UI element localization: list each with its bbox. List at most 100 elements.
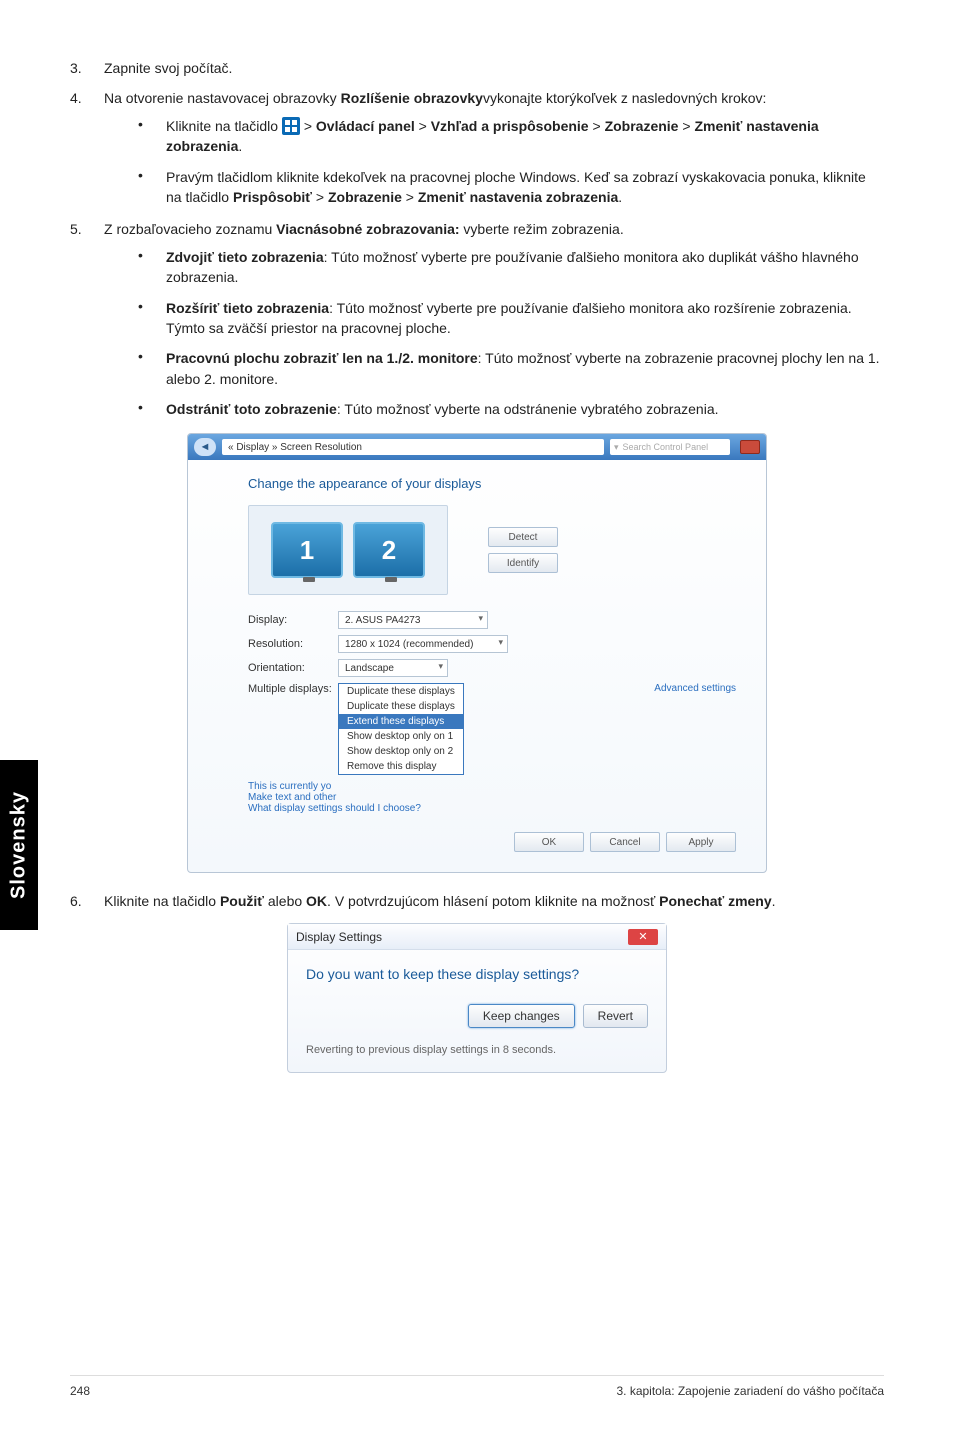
resolution-label: Resolution: [248,638,338,650]
cancel-button[interactable]: Cancel [590,832,660,852]
dialog-question: Do you want to keep these display settin… [306,966,648,982]
substep: Zdvojiť tieto zobrazenia: Túto možnosť v… [138,247,884,288]
text: . [618,189,622,205]
bold: Ponechať zmeny [659,893,772,909]
monitor-2-icon[interactable]: 2 [353,522,425,578]
back-button[interactable]: ◄ [194,438,216,456]
advanced-settings-link[interactable]: Advanced settings [654,683,736,694]
countdown-text: Reverting to previous display settings i… [306,1044,648,1056]
text: vykonajte ktorýkoľvek z nasledovných kro… [483,90,766,106]
dropdown-option[interactable]: Remove this display [339,759,463,774]
display-dropdown[interactable]: 2. ASUS PA4273 [338,611,488,629]
text: . [772,893,776,909]
step-number: 3. [70,60,104,76]
text: > [300,118,316,134]
bold: Viacnásobné zobrazovania: [276,221,459,237]
page-number: 248 [70,1384,90,1398]
step-number: 4. [70,90,104,207]
substep-text: Pracovnú plochu zobraziť len na 1./2. mo… [166,348,884,389]
dialog-titlebar: Display Settings ✕ [288,924,666,950]
text: alebo [264,893,306,909]
step-text: Z rozbaľovacieho zoznamu Viacnásobné zob… [104,221,884,419]
language-tab: Slovensky [0,760,38,930]
close-button[interactable] [740,440,760,454]
multiple-displays-dropdown-open[interactable]: Duplicate these displays Duplicate these… [338,683,464,775]
placeholder: Search Control Panel [623,442,709,452]
bold: Prispôsobiť [233,189,312,205]
text: > [678,118,694,134]
step-3: 3. Zapnite svoj počítač. [70,60,884,76]
monitor-preview[interactable]: 1 2 [248,505,448,595]
step-4: 4. Na otvorenie nastavovacej obrazovky R… [70,90,884,207]
bold: Zobrazenie [328,189,402,205]
text: Kliknite na tlačidlo [104,893,220,909]
bold: OK [306,893,327,909]
text: vyberte režim zobrazenia. [460,221,624,237]
substep-text: Pravým tlačidlom kliknite kdekoľvek na p… [166,167,884,208]
step-number: 6. [70,893,104,909]
dropdown-option[interactable]: Duplicate these displays [339,699,463,714]
dialog-title: Display Settings [296,930,382,944]
bullet-icon [138,116,166,157]
bold: Ovládací panel [316,118,415,134]
detect-button[interactable]: Detect [488,527,558,547]
step-text: Na otvorenie nastavovacej obrazovky Rozl… [104,90,884,207]
dropdown-option[interactable]: Show desktop only on 1 [339,729,463,744]
help-link[interactable]: What display settings should I choose? [248,803,736,814]
bullet-icon [138,247,166,288]
close-button[interactable]: ✕ [628,929,658,945]
identify-button[interactable]: Identify [488,553,558,573]
window-heading: Change the appearance of your displays [248,476,736,491]
keep-changes-button[interactable]: Keep changes [468,1004,575,1028]
revert-button[interactable]: Revert [583,1004,648,1028]
bold: Rozlíšenie obrazovky [341,90,483,106]
orientation-label: Orientation: [248,662,338,674]
substep: Kliknite na tlačidlo > Ovládací panel > … [138,116,884,157]
info-text: Make text and other [248,792,736,803]
breadcrumb[interactable]: « Display » Screen Resolution [222,439,604,455]
step-text: Zapnite svoj počítač. [104,60,884,76]
window-controls [738,440,760,454]
substep-text: Odstrániť toto zobrazenie: Túto možnosť … [166,399,884,419]
page-footer: 248 3. kapitola: Zapojenie zariadení do … [70,1375,884,1398]
bold: Pracovnú plochu zobraziť len na 1./2. mo… [166,350,478,366]
bold: Použiť [220,893,264,909]
text: > [402,189,418,205]
display-label: Display: [248,614,338,626]
bold: Zdvojiť tieto zobrazenia [166,249,324,265]
substep-text: Kliknite na tlačidlo > Ovládací panel > … [166,116,884,157]
text: Na otvorenie nastavovacej obrazovky [104,90,341,106]
bullet-icon [138,348,166,389]
text: Kliknite na tlačidlo [166,118,282,134]
bullet-icon [138,167,166,208]
step-text: Kliknite na tlačidlo Použiť alebo OK. V … [104,893,884,909]
text: . [238,138,242,154]
substep: Odstrániť toto zobrazenie: Túto možnosť … [138,399,884,419]
ok-button[interactable]: OK [514,832,584,852]
chapter-label: 3. kapitola: Zapojenie zariadení do vášh… [616,1384,884,1398]
bullet-icon [138,399,166,419]
bold: Zobrazenie [605,118,679,134]
step-5: 5. Z rozbaľovacieho zoznamu Viacnásobné … [70,221,884,419]
text: : Túto možnosť vyberte na odstránenie vy… [337,401,719,417]
text: > [312,189,328,205]
bold: Zmeniť nastavenia zobrazenia [418,189,618,205]
bold: Odstrániť toto zobrazenie [166,401,337,417]
search-input[interactable]: ▾ Search Control Panel [610,439,730,455]
dropdown-option-selected[interactable]: Extend these displays [339,714,463,729]
multiple-displays-label: Multiple displays: [248,683,338,695]
monitor-1-icon[interactable]: 1 [271,522,343,578]
resolution-dropdown[interactable]: 1280 x 1024 (recommended) [338,635,508,653]
window-titlebar: ◄ « Display » Screen Resolution ▾ Search… [188,434,766,460]
dropdown-option[interactable]: Show desktop only on 2 [339,744,463,759]
dropdown-option[interactable]: Duplicate these displays [339,684,463,699]
bold: Vzhľad a prispôsobenie [431,118,589,134]
step-6: 6. Kliknite na tlačidlo Použiť alebo OK.… [70,893,884,909]
page-body: 3. Zapnite svoj počítač. 4. Na otvorenie… [0,0,954,1133]
apply-button[interactable]: Apply [666,832,736,852]
orientation-dropdown[interactable]: Landscape [338,659,448,677]
substep-text: Rozšíriť tieto zobrazenia: Túto možnosť … [166,298,884,339]
display-settings-dialog: Display Settings ✕ Do you want to keep t… [287,923,667,1073]
windows-start-icon [282,117,300,135]
text: Z rozbaľovacieho zoznamu [104,221,276,237]
